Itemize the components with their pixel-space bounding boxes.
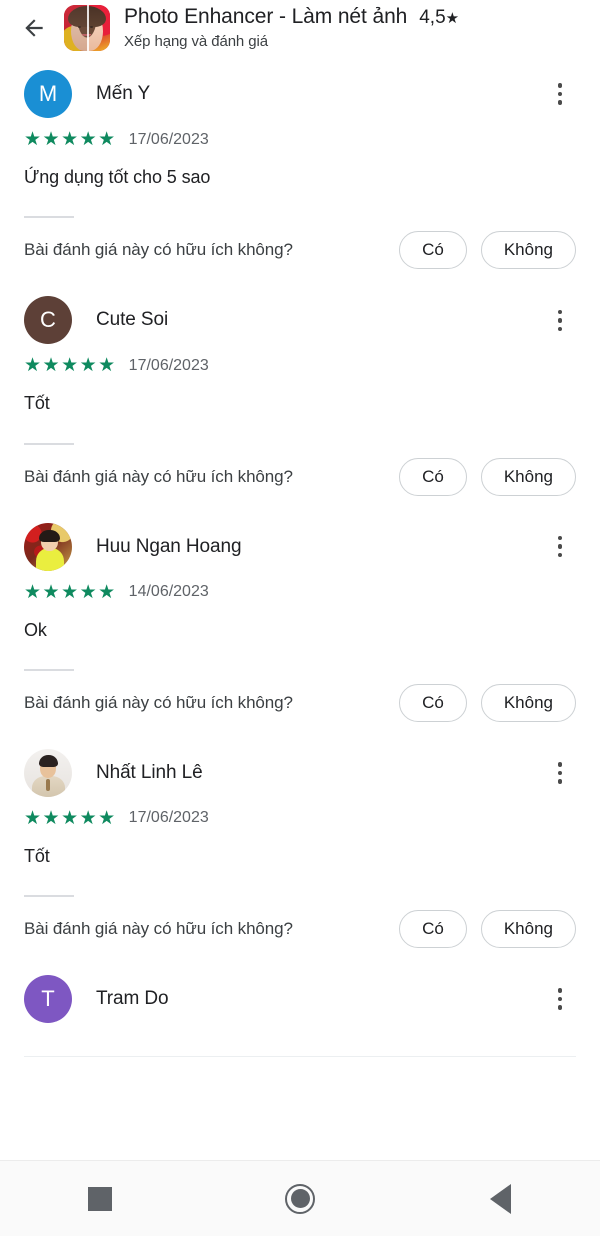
- reviewer-name: Nhất Linh Lê: [96, 761, 203, 783]
- avatar-letter: T: [41, 986, 55, 1012]
- square-recents-glyph: [88, 1186, 112, 1211]
- avatar[interactable]: [24, 748, 72, 797]
- square-recents-icon[interactable]: [0, 1161, 200, 1236]
- helpful-no-button[interactable]: Không: [480, 910, 576, 949]
- review-text: Ứng dụng tốt cho 5 sao: [24, 167, 211, 187]
- star-rating: ★★★★★: [24, 129, 117, 150]
- avatar-photo-hair: [39, 529, 60, 543]
- review-header: T Tram Do: [24, 961, 576, 1037]
- avatar[interactable]: [24, 522, 72, 571]
- review-item: M Mến Y ★★★★★ 17/06/2023 Ứng dụng tốt ch…: [0, 56, 600, 282]
- helpful-question: Bài đánh giá này có hữu ích không?: [24, 919, 293, 939]
- rating-row: ★★★★★ 14/06/2023: [24, 583, 576, 602]
- review-header: Huu Ngan Hoang: [24, 509, 576, 585]
- helpful-row: Bài đánh giá này có hữu ích không? Có Kh…: [24, 897, 576, 961]
- overflow-menu-icon[interactable]: [544, 300, 576, 340]
- triangle-back-icon[interactable]: [400, 1161, 600, 1236]
- star-rating: ★★★★★: [24, 807, 117, 829]
- review-text: Ok: [24, 619, 47, 640]
- reviewer-name: Mến Y: [96, 83, 151, 104]
- review-text: Tốt: [24, 845, 50, 866]
- overflow-menu-icon[interactable]: [544, 753, 576, 793]
- helpful-no-button[interactable]: Không: [480, 457, 576, 496]
- review-header: M Mến Y: [24, 56, 576, 132]
- app-icon-before-half: [64, 5, 87, 51]
- overflow-menu-icon[interactable]: [544, 74, 576, 114]
- review-text: Tốt: [24, 393, 50, 414]
- avatar-photo-tie: [46, 778, 51, 792]
- helpful-buttons: Có Không: [399, 683, 576, 722]
- avatar-letter: C: [40, 307, 56, 333]
- review-date: 14/06/2023: [128, 583, 209, 601]
- review-item: T Tram Do: [0, 961, 600, 1058]
- review-item: Nhất Linh Lê ★★★★★ 17/06/2023 Tốt Bài đá…: [0, 735, 600, 961]
- avatar-photo-hair: [38, 754, 59, 768]
- helpful-buttons: Có Không: [399, 457, 576, 496]
- app-bar-text: Photo Enhancer - Làm nét ảnh 4,5★ Xếp hạ…: [124, 5, 586, 50]
- list-bottom-divider: [24, 1056, 576, 1058]
- review-header: C Cute Soi: [24, 282, 576, 358]
- avatar[interactable]: M: [24, 70, 72, 118]
- helpful-yes-button[interactable]: Có: [399, 231, 467, 270]
- helpful-row: Bài đánh giá này có hữu ích không? Có Kh…: [24, 445, 576, 509]
- review-date: 17/06/2023: [128, 356, 209, 374]
- helpful-question: Bài đánh giá này có hữu ích không?: [24, 240, 293, 260]
- rating-row: ★★★★★ 17/06/2023: [24, 356, 576, 375]
- review-item: C Cute Soi ★★★★★ 17/06/2023 Tốt Bài đánh…: [0, 282, 600, 508]
- avatar-photo-body: [35, 547, 65, 571]
- avatar-photo: [24, 522, 72, 571]
- helpful-yes-button[interactable]: Có: [399, 683, 467, 722]
- app-icon-split-line: [87, 5, 89, 51]
- overflow-menu-icon[interactable]: [544, 527, 576, 567]
- review-item: Huu Ngan Hoang ★★★★★ 14/06/2023 Ok Bài đ…: [0, 509, 600, 735]
- avatar[interactable]: C: [24, 296, 72, 345]
- app-icon-photo-enhancer[interactable]: [64, 5, 110, 51]
- overflow-menu-icon[interactable]: [544, 979, 576, 1019]
- avatar[interactable]: T: [24, 975, 72, 1024]
- avatar-photo: [24, 748, 72, 797]
- review-header: Nhất Linh Lê: [24, 735, 576, 811]
- star-icon: ★: [445, 9, 460, 27]
- reviews-list: M Mến Y ★★★★★ 17/06/2023 Ứng dụng tốt ch…: [0, 56, 600, 1058]
- helpful-question: Bài đánh giá này có hữu ích không?: [24, 692, 293, 712]
- helpful-yes-button[interactable]: Có: [399, 457, 467, 496]
- helpful-row: Bài đánh giá này có hữu ích không? Có Kh…: [24, 671, 576, 735]
- star-rating: ★★★★★: [24, 581, 117, 603]
- helpful-row: Bài đánh giá này có hữu ích không? Có Kh…: [24, 218, 576, 282]
- triangle-back-glyph: [489, 1183, 511, 1214]
- system-navigation-bar: [0, 1160, 600, 1236]
- helpful-yes-button[interactable]: Có: [399, 910, 467, 949]
- rating-row: ★★★★★ 17/06/2023: [24, 130, 576, 149]
- app-rating: 4,5★: [419, 7, 459, 29]
- app-rating-value: 4,5: [419, 6, 446, 28]
- helpful-question: Bài đánh giá này có hữu ích không?: [24, 466, 293, 486]
- app-reviews-screen: Photo Enhancer - Làm nét ảnh 4,5★ Xếp hạ…: [0, 0, 600, 1236]
- helpful-buttons: Có Không: [399, 231, 576, 270]
- reviewer-name: Cute Soi: [96, 309, 169, 331]
- star-rating: ★★★★★: [24, 355, 117, 377]
- page-subtitle: Xếp hạng và đánh giá: [124, 32, 268, 50]
- circle-home-glyph: [285, 1183, 315, 1214]
- rating-row: ★★★★★ 17/06/2023: [24, 809, 576, 828]
- app-bar-title-row: Photo Enhancer - Làm nét ảnh 4,5★: [124, 5, 586, 29]
- back-arrow-icon[interactable]: [10, 4, 58, 52]
- helpful-no-button[interactable]: Không: [480, 231, 576, 270]
- reviewer-name: Tram Do: [96, 988, 169, 1010]
- page-title: Photo Enhancer - Làm nét ảnh: [124, 4, 408, 28]
- app-bar: Photo Enhancer - Làm nét ảnh 4,5★ Xếp hạ…: [0, 0, 600, 56]
- reviewer-name: Huu Ngan Hoang: [96, 535, 242, 557]
- helpful-no-button[interactable]: Không: [480, 683, 576, 722]
- avatar-letter: M: [38, 81, 58, 106]
- review-date: 17/06/2023: [128, 130, 209, 148]
- review-date: 17/06/2023: [128, 809, 209, 827]
- helpful-buttons: Có Không: [399, 910, 576, 949]
- circle-home-icon[interactable]: [200, 1161, 400, 1236]
